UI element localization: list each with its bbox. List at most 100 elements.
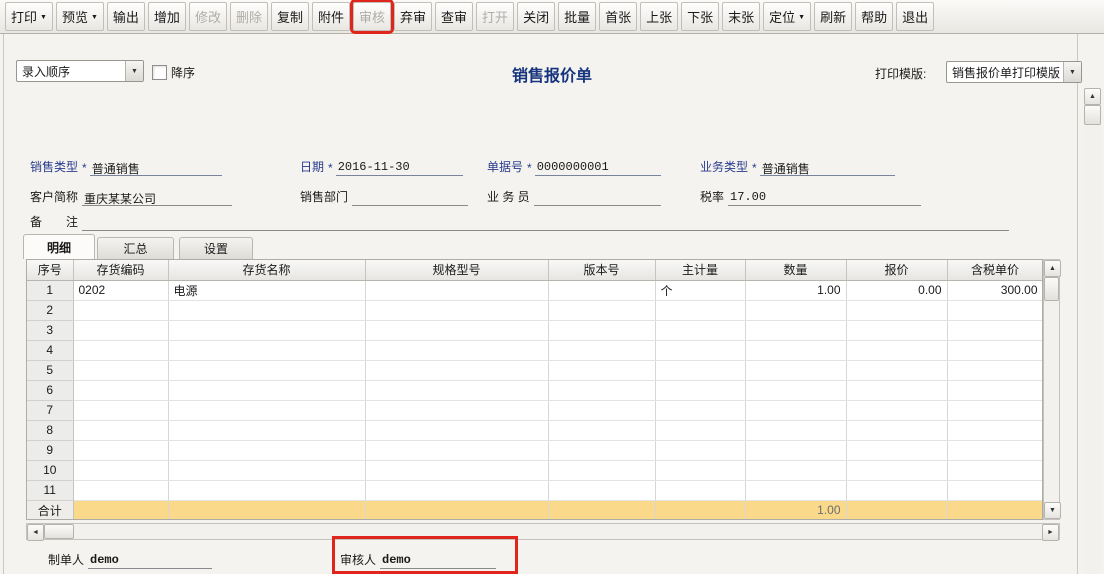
grid-cell[interactable]	[365, 480, 548, 500]
grid-cell[interactable]	[846, 400, 947, 420]
grid-cell[interactable]	[548, 460, 655, 480]
grid-cell[interactable]	[846, 300, 947, 320]
grid-cell[interactable]	[365, 440, 548, 460]
grid-cell[interactable]	[73, 440, 168, 460]
salesman-input[interactable]	[534, 190, 661, 206]
toolbar-button-附件[interactable]: 附件	[312, 2, 350, 31]
grid-cell[interactable]	[846, 380, 947, 400]
toolbar-button-关闭[interactable]: 关闭	[517, 2, 555, 31]
tab-设置[interactable]: 设置	[179, 237, 253, 259]
grid-cell[interactable]	[548, 480, 655, 500]
grid-vscroll-thumb[interactable]	[1044, 277, 1059, 301]
grid-cell[interactable]	[168, 300, 365, 320]
grid-cell[interactable]	[365, 360, 548, 380]
grid-header-数量[interactable]: 数量	[745, 260, 846, 280]
grid-header-版本号[interactable]: 版本号	[548, 260, 655, 280]
grid-cell[interactable]: 8	[27, 420, 73, 440]
grid-cell[interactable]: 1.00	[745, 280, 846, 300]
grid-cell[interactable]: 10	[27, 460, 73, 480]
grid-cell[interactable]	[73, 340, 168, 360]
toolbar-button-刷新[interactable]: 刷新	[814, 2, 852, 31]
grid-cell[interactable]	[73, 360, 168, 380]
grid-cell[interactable]	[655, 360, 745, 380]
grid-cell[interactable]: 5	[27, 360, 73, 380]
grid-cell[interactable]	[947, 380, 1043, 400]
sale-type-input[interactable]: 普通销售	[90, 160, 222, 176]
grid-cell[interactable]	[548, 320, 655, 340]
grid-header-存货编码[interactable]: 存货编码	[73, 260, 168, 280]
toolbar-button-定位[interactable]: 定位▼	[763, 2, 811, 31]
grid-cell[interactable]: 2	[27, 300, 73, 320]
grid-cell[interactable]: 电源	[168, 280, 365, 300]
grid-cell[interactable]	[168, 380, 365, 400]
toolbar-button-帮助[interactable]: 帮助	[855, 2, 893, 31]
grid-cell[interactable]	[655, 460, 745, 480]
grid-cell[interactable]: 3	[27, 320, 73, 340]
grid-cell[interactable]	[745, 440, 846, 460]
grid-cell[interactable]	[73, 400, 168, 420]
grid-cell[interactable]	[548, 400, 655, 420]
scroll-down-icon[interactable]: ▼	[1044, 502, 1061, 519]
grid-cell[interactable]: 0.00	[846, 280, 947, 300]
grid-cell[interactable]	[655, 340, 745, 360]
grid-cell[interactable]	[745, 380, 846, 400]
toolbar-button-查审[interactable]: 查审	[435, 2, 473, 31]
grid-cell[interactable]	[365, 380, 548, 400]
grid-header-主计量[interactable]: 主计量	[655, 260, 745, 280]
grid-cell[interactable]	[73, 380, 168, 400]
grid-cell[interactable]	[548, 340, 655, 360]
grid-cell[interactable]: 7	[27, 400, 73, 420]
grid-cell[interactable]	[168, 440, 365, 460]
grid-cell[interactable]	[846, 460, 947, 480]
grid-cell[interactable]	[365, 340, 548, 360]
grid-cell[interactable]	[846, 320, 947, 340]
grid-cell[interactable]	[745, 420, 846, 440]
grid-cell[interactable]	[846, 340, 947, 360]
grid-header-报价[interactable]: 报价	[846, 260, 947, 280]
grid-cell[interactable]	[548, 280, 655, 300]
grid-cell[interactable]	[548, 420, 655, 440]
grid-cell[interactable]	[655, 320, 745, 340]
grid-cell[interactable]	[548, 380, 655, 400]
grid-cell[interactable]: 300.00	[947, 280, 1043, 300]
grid-cell[interactable]	[655, 440, 745, 460]
grid-cell[interactable]	[168, 400, 365, 420]
toolbar-button-预览[interactable]: 预览▼	[56, 2, 104, 31]
window-vscroll-thumb[interactable]	[1084, 105, 1101, 125]
biz-type-input[interactable]: 普通销售	[760, 160, 895, 176]
sort-order-select[interactable]: 录入顺序 ▼	[16, 60, 144, 82]
toolbar-button-批量[interactable]: 批量	[558, 2, 596, 31]
grid-cell[interactable]	[73, 300, 168, 320]
grid-cell[interactable]	[745, 340, 846, 360]
scroll-left-icon[interactable]: ◄	[27, 524, 44, 541]
toolbar-button-上张[interactable]: 上张	[640, 2, 678, 31]
grid-hscroll-thumb[interactable]	[44, 524, 74, 539]
grid-cell[interactable]	[655, 420, 745, 440]
grid-cell[interactable]	[655, 380, 745, 400]
window-vscroll-track[interactable]	[1084, 125, 1101, 574]
grid-cell[interactable]	[168, 420, 365, 440]
grid-cell[interactable]	[365, 300, 548, 320]
grid-cell[interactable]	[168, 320, 365, 340]
grid-cell[interactable]: 0202	[73, 280, 168, 300]
toolbar-button-增加[interactable]: 增加	[148, 2, 186, 31]
customer-input[interactable]: 重庆某某公司	[82, 190, 232, 206]
grid-header-存货名称[interactable]: 存货名称	[168, 260, 365, 280]
descending-checkbox-group[interactable]: 降序	[152, 64, 195, 81]
grid-cell[interactable]	[745, 400, 846, 420]
toolbar-button-复制[interactable]: 复制	[271, 2, 309, 31]
grid-hscroll-track[interactable]	[74, 524, 1042, 539]
grid-cell[interactable]: 9	[27, 440, 73, 460]
remark-input[interactable]	[82, 215, 1009, 231]
grid-cell[interactable]	[947, 300, 1043, 320]
grid-cell[interactable]	[846, 360, 947, 380]
grid-cell[interactable]	[365, 400, 548, 420]
tab-汇总[interactable]: 汇总	[97, 237, 174, 259]
window-vertical-scrollbar[interactable]: ▲	[1084, 88, 1101, 574]
grid-cell[interactable]	[947, 360, 1043, 380]
grid-cell[interactable]	[846, 420, 947, 440]
scroll-up-icon[interactable]: ▲	[1044, 260, 1061, 277]
toolbar-button-打印[interactable]: 打印▼	[5, 2, 53, 31]
scroll-right-icon[interactable]: ►	[1042, 524, 1059, 541]
grid-cell[interactable]	[168, 480, 365, 500]
